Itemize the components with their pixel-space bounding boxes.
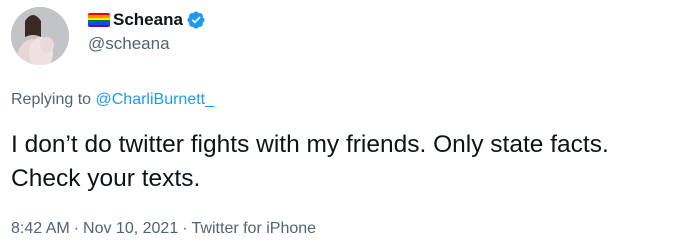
tweet-time[interactable]: 8:42 AM <box>11 220 70 237</box>
replying-to: Replying to @CharliBurnett_ <box>11 91 214 109</box>
name-row: Scheana <box>88 9 206 31</box>
avatar-image <box>11 7 69 65</box>
tweet-source[interactable]: Twitter for iPhone <box>192 220 317 237</box>
handle[interactable]: @scheana <box>88 34 206 54</box>
avatar[interactable] <box>11 7 69 65</box>
tweet-date[interactable]: Nov 10, 2021 <box>83 220 178 237</box>
author-info: Scheana @scheana <box>88 9 206 54</box>
separator: · <box>182 220 188 237</box>
tweet-meta: 8:42 AM · Nov 10, 2021 · Twitter for iPhone <box>11 220 316 238</box>
flag-stripe <box>88 24 110 27</box>
tweet-card: Scheana @scheana Replying to @CharliBurn… <box>0 0 680 246</box>
verified-badge-icon <box>186 10 206 30</box>
tweet-text: I don’t do twitter fights with my friend… <box>11 131 609 192</box>
display-name[interactable]: Scheana <box>113 10 183 30</box>
separator: · <box>73 220 80 237</box>
replying-to-label: Replying to <box>11 91 96 108</box>
rainbow-flag-icon <box>88 13 110 27</box>
reply-target-link[interactable]: @CharliBurnett_ <box>96 91 215 108</box>
